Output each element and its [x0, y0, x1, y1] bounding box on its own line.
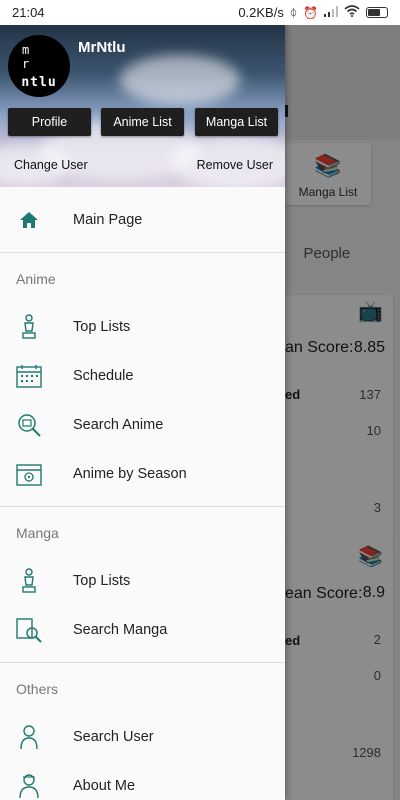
- section-title-others: Others: [16, 681, 59, 697]
- manga-list-button[interactable]: Manga List: [195, 108, 278, 136]
- menu-item-label: Search User: [73, 728, 154, 745]
- alarm-icon: ⏰: [303, 5, 318, 20]
- drawer-header: m r ntlu MrNtlu Profile Anime List Manga…: [0, 25, 285, 187]
- about-me-icon: [16, 773, 42, 799]
- menu-item-manga-top-lists[interactable]: Top Lists: [0, 556, 285, 605]
- avatar-text-top: m r: [22, 42, 44, 71]
- section-title-manga: Manga: [16, 525, 59, 541]
- search-manga-icon: [16, 617, 42, 643]
- menu-item-main-page[interactable]: Main Page: [0, 195, 285, 244]
- menu-item-label: Top Lists: [73, 572, 131, 589]
- status-icons: 0.2KB/s ᛰ ⏰: [238, 5, 388, 20]
- divider: [0, 252, 285, 253]
- menu-item-label: Top Lists: [73, 318, 131, 335]
- menu-item-label: Main Page: [73, 211, 143, 228]
- trophy-icon: [16, 313, 42, 340]
- signal-icon: [324, 5, 338, 20]
- trophy-icon: [16, 567, 42, 594]
- remove-user-link[interactable]: Remove User: [197, 158, 273, 172]
- menu-item-schedule[interactable]: Schedule: [0, 351, 285, 400]
- change-user-link[interactable]: Change User: [14, 158, 88, 172]
- search-anime-icon: [16, 412, 42, 438]
- anime-list-button[interactable]: Anime List: [101, 108, 184, 136]
- status-bar: 21:04 0.2KB/s ᛰ ⏰: [0, 0, 400, 25]
- menu-item-about-me[interactable]: About Me: [0, 761, 285, 800]
- menu-item-label: Anime by Season: [73, 465, 187, 482]
- calendar-icon: [16, 363, 42, 389]
- menu-item-anime-by-season[interactable]: Anime by Season: [0, 449, 285, 498]
- menu-item-anime-top-lists[interactable]: Top Lists: [0, 302, 285, 351]
- avatar[interactable]: m r ntlu: [8, 35, 70, 97]
- menu-item-search-anime[interactable]: Search Anime: [0, 400, 285, 449]
- menu-item-label: Search Anime: [73, 416, 164, 433]
- menu-item-search-user[interactable]: Search User: [0, 712, 285, 761]
- menu-item-label: About Me: [73, 777, 136, 794]
- net-speed: 0.2KB/s: [238, 5, 284, 20]
- section-title-anime: Anime: [16, 271, 56, 287]
- divider: [0, 662, 285, 663]
- battery-icon: [366, 7, 388, 18]
- home-icon: [16, 207, 42, 233]
- menu-item-label: Search Manga: [73, 621, 168, 638]
- profile-button[interactable]: Profile: [8, 108, 91, 136]
- status-time: 21:04: [12, 5, 45, 20]
- bluetooth-icon: ᛰ: [289, 5, 298, 20]
- menu-item-label: Schedule: [73, 367, 134, 384]
- wifi-icon: [344, 5, 360, 20]
- divider: [0, 506, 285, 507]
- navigation-drawer: m r ntlu MrNtlu Profile Anime List Manga…: [0, 25, 285, 800]
- username: MrNtlu: [78, 39, 126, 56]
- menu-item-search-manga[interactable]: Search Manga: [0, 605, 285, 654]
- user-search-icon: [16, 724, 42, 750]
- avatar-text-bottom: ntlu: [21, 74, 57, 90]
- season-calendar-icon: [16, 461, 42, 487]
